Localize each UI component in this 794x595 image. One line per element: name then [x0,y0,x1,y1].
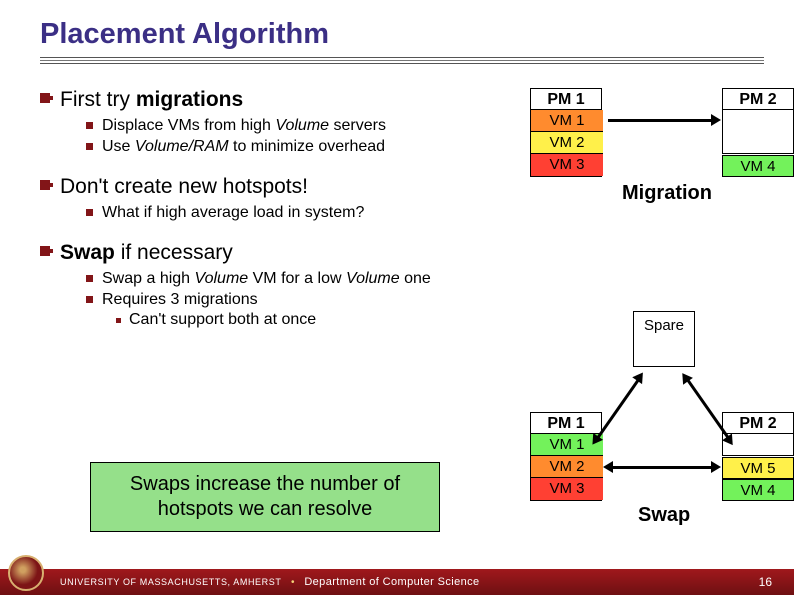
vm3-cell-2: VM 3 [531,478,603,500]
vm4-cell: VM 4 [722,155,794,177]
sub-bullet: Requires 3 migrations [86,290,490,310]
bullet-icon [40,180,50,190]
university-seal-icon [8,555,44,591]
sub-bullet: Use Volume/RAM to minimize overhead [86,137,490,157]
arrow-icon [612,466,712,469]
bullet-icon [116,318,121,323]
footer-text: UNIVERSITY OF MASSACHUSETTS, AMHERST • D… [60,576,480,588]
vm3-cell: VM 3 [531,154,603,176]
vm4-cell-2: VM 4 [722,479,794,501]
sub-bullet: Swap a high Volume VM for a low Volume o… [86,269,490,289]
bullet-icon [86,143,93,150]
sub-bullet: Displace VMs from high Volume servers [86,116,490,136]
bullet-swap: Swap if necessary [40,241,490,265]
slide-title: Placement Algorithm [40,18,764,51]
bullet-icon [40,93,50,103]
footer-bar: UNIVERSITY OF MASSACHUSETTS, AMHERST • D… [0,569,794,595]
spare-box: Spare [633,311,695,367]
callout-box: Swaps increase the number of hotspots we… [90,462,440,532]
bullet-icon [86,275,93,282]
bullet-icon [86,209,93,216]
diagram-area: PM 1 VM 1 VM 2 VM 3 PM 2 VM 4 Migration … [490,66,794,536]
bullet-hotspots: Don't create new hotspots! [40,175,490,199]
vm5-cell: VM 5 [722,457,794,479]
swap-label: Swap [638,504,690,527]
pm2-header-2: PM 2 [722,412,794,434]
migration-label: Migration [622,182,712,205]
pm2-header: PM 2 [722,88,794,110]
pm1-header-2: PM 1 [530,412,602,434]
arrow-icon [597,379,640,438]
arrow-icon [608,119,712,122]
bullet-icon [86,296,93,303]
vm2-cell-2: VM 2 [531,456,603,478]
vm1-cell: VM 1 [531,110,603,132]
dot-icon: • [291,577,295,588]
page-number: 16 [759,575,772,589]
sub-sub-bullet: Can't support both at once [116,311,490,329]
sub-bullet: What if high average load in system? [86,203,490,223]
arrow-icon [687,379,730,438]
pm1-header: PM 1 [530,88,602,110]
bullet-icon [40,246,50,256]
bullet-migrations: First try migrations [40,88,490,112]
vm2-cell: VM 2 [531,132,603,154]
bullet-icon [86,122,93,129]
text-column: First try migrations Displace VMs from h… [40,84,490,330]
